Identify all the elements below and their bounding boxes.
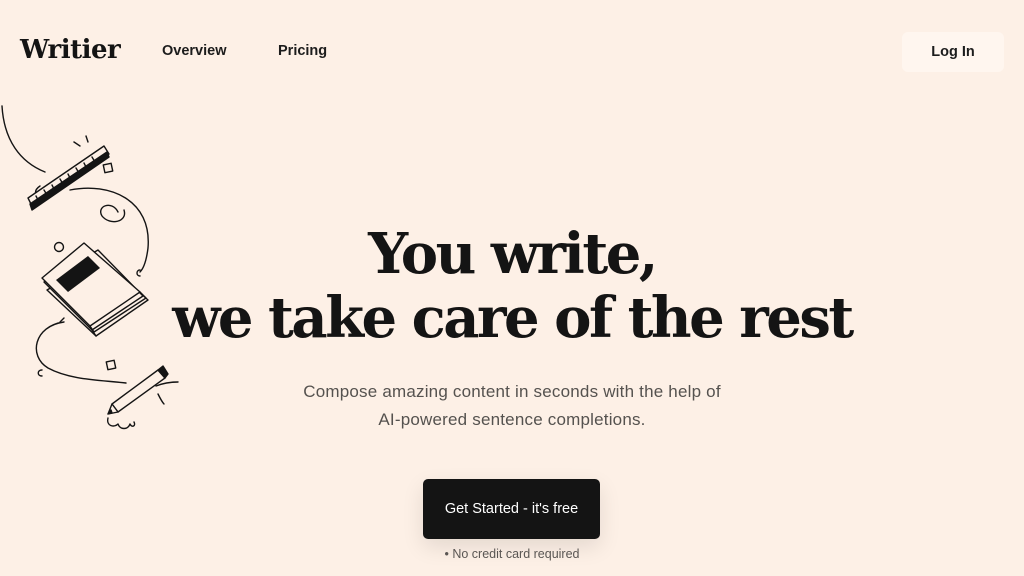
login-button[interactable]: Log In: [902, 32, 1004, 72]
nav-link-pricing[interactable]: Pricing: [278, 41, 327, 61]
hero-subtitle: Compose amazing content in seconds with …: [0, 378, 1024, 434]
get-started-button[interactable]: Get Started - it's free: [423, 479, 600, 539]
hero-subtitle-line2: AI-powered sentence completions.: [378, 410, 646, 429]
navbar: Writier Overview Pricing Log In: [0, 0, 1024, 104]
no-credit-card-note: • No credit card required: [444, 547, 580, 561]
brand-logo[interactable]: Writier: [20, 34, 121, 66]
hero-title-line2: we take care of the rest: [172, 285, 854, 351]
hero-title: You write, we take care of the rest: [0, 222, 1024, 350]
hero-title-line1: You write,: [368, 221, 658, 287]
ruler-icon: [27, 145, 110, 211]
landing-page: Writier Overview Pricing Log In You writ…: [0, 0, 1024, 576]
hero-subtitle-line1: Compose amazing content in seconds with …: [303, 382, 721, 401]
nav-link-overview[interactable]: Overview: [162, 41, 227, 61]
